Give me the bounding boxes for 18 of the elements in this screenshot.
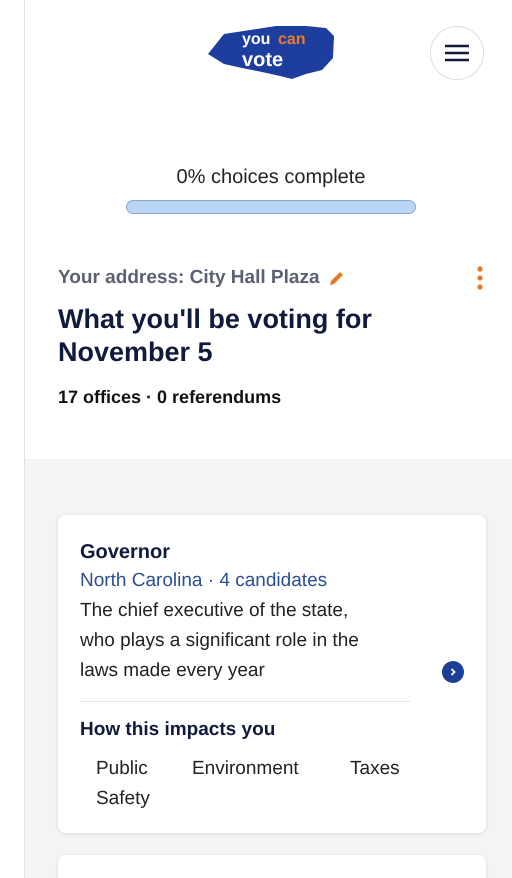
- race-details: North Carolina · 4 candidates: [80, 569, 328, 593]
- next-button[interactable]: [442, 660, 464, 683]
- menu-icon: [445, 44, 469, 62]
- race-title: Governor: [80, 540, 172, 565]
- logo: you can vote: [206, 24, 336, 80]
- pencil-icon[interactable]: [328, 269, 346, 288]
- chevron-right-icon: [448, 666, 458, 677]
- race-description: The chief executive of the state, who plays a significant role in the laws made every year: [80, 598, 360, 684]
- menu-button[interactable]: [430, 26, 484, 80]
- impact-topic: Taxes: [350, 757, 400, 782]
- ballot-summary: 17 offices · 0 referendums: [58, 386, 282, 409]
- more-options-icon[interactable]: [476, 266, 484, 290]
- progress-label: 0% choices complete: [176, 165, 366, 190]
- impact-topic: Public Safety: [96, 757, 150, 811]
- impact-topic: Environment: [192, 757, 299, 782]
- page-heading: What you'll be voting for November 5: [58, 302, 373, 370]
- address-label: Your address: City Hall Plaza: [58, 266, 320, 290]
- section-heading: How this impacts you: [80, 718, 276, 742]
